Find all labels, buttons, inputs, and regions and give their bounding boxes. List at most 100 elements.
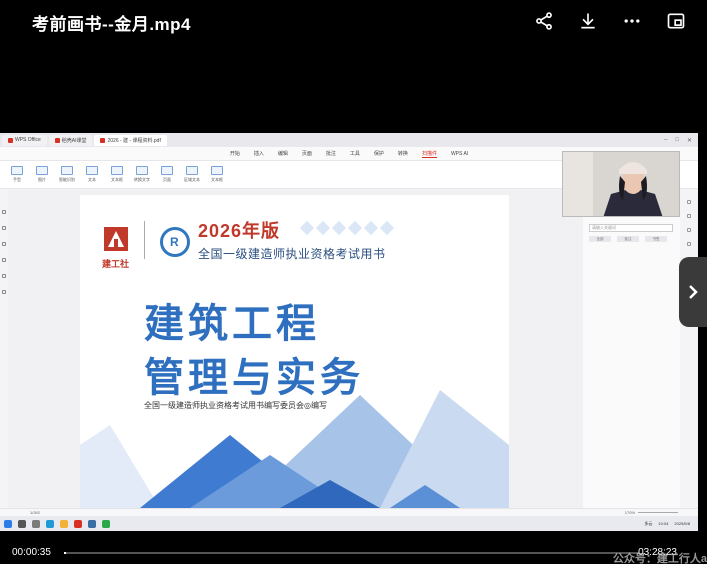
cover-mountain-art (80, 390, 509, 508)
textbox-icon (111, 166, 123, 175)
right-panel: 文件目录 请输入关键词 全部 批注 书签 (583, 190, 680, 508)
task-view-icon[interactable] (32, 519, 40, 528)
start-icon[interactable] (4, 519, 12, 528)
convert-icon (136, 166, 148, 175)
menu-protect[interactable]: 保护 (374, 150, 384, 157)
webcam-overlay (562, 151, 680, 217)
textbox-icon (211, 166, 223, 175)
panel-filter-buttons: 全部 批注 书签 (589, 236, 667, 242)
menu-insert[interactable]: 插入 (254, 150, 264, 157)
document-canvas: 建工社 R 2026年版 全国一级建造师执业资格考试用书 建筑工程 管理与实务 … (8, 190, 583, 508)
pdf-icon (100, 137, 106, 143)
docer-icon (54, 137, 60, 143)
panel-search-input[interactable]: 请输入关键词 (589, 224, 673, 232)
publisher-name: 建工社 (102, 259, 130, 269)
left-rail (0, 190, 8, 510)
page-indicator[interactable]: 1/392 (30, 510, 40, 515)
settings-icon[interactable] (687, 200, 691, 204)
app-tab-bar: WPS Office 稻壳AI课堂 2026 - 建 - 课程资料.pdf – … (0, 133, 698, 147)
tab-wps-office[interactable]: WPS Office (2, 134, 47, 146)
share-button[interactable] (531, 8, 557, 34)
current-time: 00:00:35 (12, 547, 51, 558)
publisher-logo-icon (104, 227, 128, 251)
tool-image[interactable]: 图片 (31, 163, 53, 187)
next-button[interactable] (679, 257, 707, 327)
clock-date[interactable]: 2025/5/8 (674, 521, 690, 526)
menu-convert[interactable]: 转换 (398, 150, 408, 157)
tool-ocr[interactable]: 智能识别 (56, 163, 78, 187)
explorer-icon[interactable] (60, 519, 68, 528)
filter-comment-button[interactable]: 批注 (617, 236, 639, 242)
zoom-control: 170% (625, 510, 678, 515)
book-series: 全国一级建造师执业资格考试用书 (198, 247, 386, 261)
area-icon (186, 166, 198, 175)
tool-area-text[interactable]: 区域文本 (181, 163, 203, 187)
text-icon (86, 166, 98, 175)
tool-textbox[interactable]: 文本框 (106, 163, 128, 187)
menu-page[interactable]: 页面 (302, 150, 312, 157)
pdf-page: 建工社 R 2026年版 全国一级建造师执业资格考试用书 建筑工程 管理与实务 … (80, 195, 509, 508)
tool-textbox-2[interactable]: 文本框 (206, 163, 228, 187)
menu-scan[interactable]: 扫描件 (421, 150, 437, 158)
system-tray: 多云 10:04 2025/5/8 (644, 521, 698, 527)
tab-pdf-document[interactable]: 2026 - 建 - 课程资料.pdf (94, 134, 167, 146)
pip-button[interactable] (663, 8, 689, 34)
menu-wps-ai[interactable]: WPS AI (451, 151, 468, 157)
tool-hand[interactable]: 手型 (6, 163, 28, 187)
status-bar: 1/392 170% (0, 508, 698, 516)
hand-icon (11, 166, 23, 175)
layers-icon[interactable] (2, 290, 6, 294)
tool-convert-text[interactable]: 转换文字 (131, 163, 153, 187)
menu-start[interactable]: 开始 (230, 150, 240, 157)
wps-icon[interactable] (74, 519, 82, 528)
clock-time[interactable]: 10:04 (658, 521, 668, 526)
tab-ai-class[interactable]: 稻壳AI课堂 (48, 134, 93, 146)
attachment-icon[interactable] (2, 274, 6, 278)
download-button[interactable] (575, 8, 601, 34)
filter-all-button[interactable]: 全部 (589, 236, 611, 242)
more-button[interactable] (619, 8, 645, 34)
page-icon (161, 166, 173, 175)
add-icon[interactable] (687, 242, 691, 246)
wechat-icon[interactable] (102, 519, 110, 528)
bookmark-icon[interactable] (2, 226, 6, 230)
tool-page[interactable]: 页面 (156, 163, 178, 187)
zoom-slider[interactable] (638, 512, 678, 513)
ocr-icon (61, 166, 73, 175)
wps-icon (8, 137, 13, 143)
top-actions (531, 8, 689, 34)
divider (144, 221, 145, 259)
download-icon (581, 13, 595, 29)
comment-icon[interactable] (2, 242, 6, 246)
player-controls: 00:00:35 03:28:23 公众号：建工行人a (0, 540, 707, 564)
maximize-icon[interactable]: □ (675, 137, 679, 144)
progress-bar[interactable] (64, 552, 639, 554)
menu-tools[interactable]: 工具 (350, 150, 360, 157)
minimize-icon[interactable]: – (664, 137, 667, 144)
right-rail (680, 190, 698, 508)
zoom-level[interactable]: 170% (625, 510, 635, 515)
weather-label[interactable]: 多云 (644, 521, 652, 527)
video-title: 考前画书--金月.mp4 (32, 14, 191, 34)
filter-bookmark-button[interactable]: 书签 (645, 236, 667, 242)
menu-annotate[interactable]: 批注 (326, 150, 336, 157)
edge-icon[interactable] (46, 519, 54, 528)
video-player: 考前画书--金月.mp4 WPS Office 稻壳AI课堂 2026 - 建 … (0, 0, 707, 564)
os-taskbar: 多云 10:04 2025/5/8 (0, 516, 698, 531)
share-icon[interactable] (687, 228, 691, 232)
thumbnail-icon[interactable] (2, 210, 6, 214)
image-icon (36, 166, 48, 175)
decorative-diamonds (299, 220, 395, 236)
share-icon (536, 12, 552, 30)
search-icon[interactable] (18, 519, 26, 528)
more-icon (624, 19, 640, 23)
watermark: 公众号：建工行人a (612, 553, 707, 564)
tool-text[interactable]: 文本 (81, 163, 103, 187)
close-icon[interactable]: ✕ (687, 137, 692, 144)
search-icon[interactable] (687, 214, 691, 218)
app-icon[interactable] (88, 519, 96, 528)
menu-edit[interactable]: 编辑 (278, 150, 288, 157)
search-icon[interactable] (2, 258, 6, 262)
book-title-line1: 建筑工程 (144, 302, 320, 346)
screen-capture: WPS Office 稻壳AI课堂 2026 - 建 - 课程资料.pdf – … (0, 133, 698, 531)
